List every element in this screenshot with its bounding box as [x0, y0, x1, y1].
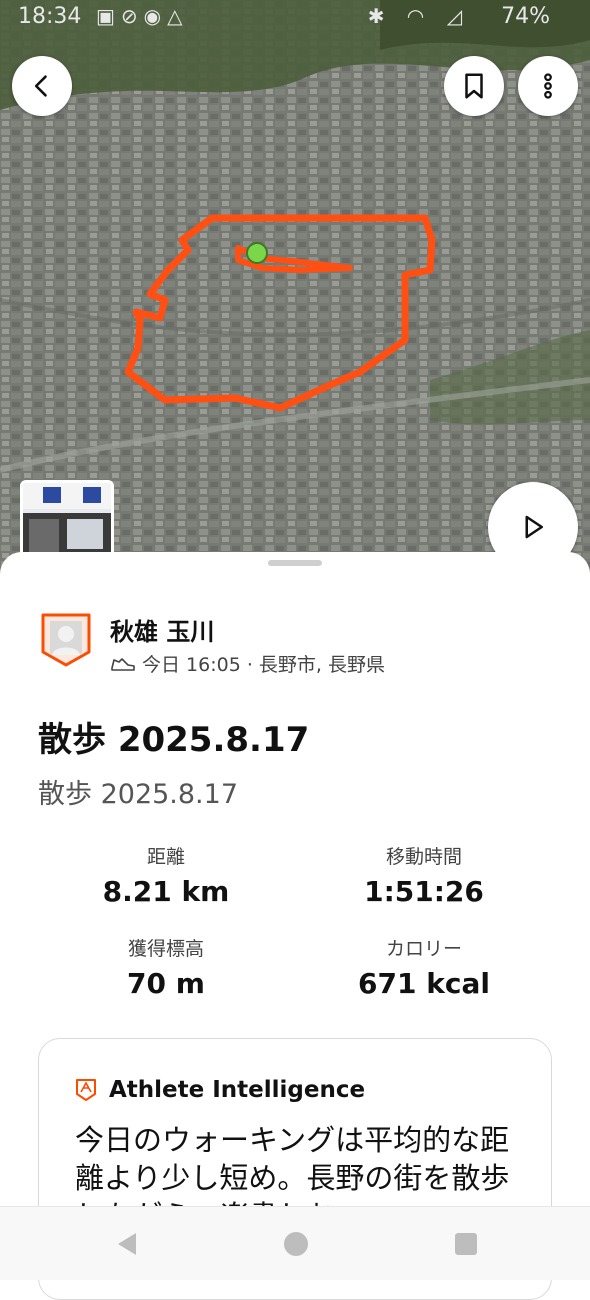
bookmark-icon	[465, 73, 483, 99]
stat-calories-value: 671 kcal	[358, 967, 490, 1000]
stat-distance-value: 8.21 km	[102, 875, 230, 908]
start-marker	[246, 242, 268, 264]
stat-elevation: 獲得標高 70 m	[46, 934, 286, 1000]
more-options-button[interactable]	[518, 56, 578, 116]
stat-distance-label: 距離	[146, 846, 185, 868]
play-icon	[525, 515, 543, 539]
activity-meta: 今日 16:05 · 長野市, 長野県	[110, 650, 385, 677]
more-vertical-icon	[544, 73, 552, 99]
back-button[interactable]	[12, 56, 72, 116]
stat-moving-time: 移動時間 1:51:26	[304, 842, 544, 908]
status-time: 18:34	[18, 4, 82, 29]
nav-home-icon[interactable]	[281, 1229, 311, 1259]
shoe-icon	[111, 657, 135, 671]
avatar[interactable]	[40, 612, 92, 668]
system-navigation-bar	[0, 1206, 590, 1280]
battery-level: 74%	[501, 4, 550, 29]
activity-description: 散歩 2025.8.17	[38, 779, 238, 810]
nav-back-icon[interactable]	[112, 1229, 142, 1259]
notification-icons: ▣⊘◉△	[96, 4, 189, 28]
activity-date-location: 今日 16:05 · 長野市, 長野県	[142, 654, 385, 676]
stat-elevation-value: 70 m	[127, 967, 205, 1000]
system-icons: ✱ ◠ ◿	[367, 4, 470, 28]
athlete-name[interactable]: 秋雄 玉川	[110, 612, 214, 647]
nav-recents-icon[interactable]	[451, 1229, 481, 1259]
shop-photo	[23, 483, 111, 563]
stat-distance: 距離 8.21 km	[46, 842, 286, 908]
activity-title: 散歩 2025.8.17	[38, 720, 310, 760]
athlete-intelligence-icon	[76, 1079, 96, 1101]
athlete-intelligence-header: Athlete Intelligence	[75, 1077, 365, 1103]
chevron-left-icon	[34, 75, 47, 97]
stat-elevation-label: 獲得標高	[127, 938, 204, 960]
athlete-avatar-icon	[41, 613, 91, 667]
stat-calories-label: カロリー	[385, 938, 462, 960]
athlete-intelligence-title: Athlete Intelligence	[109, 1077, 366, 1103]
bookmark-button[interactable]	[444, 56, 504, 116]
route-map[interactable]: 18:34 ▣⊘◉△ ✱ ◠ ◿ 74%	[0, 0, 590, 600]
activity-details-sheet[interactable]: 秋雄 玉川 今日 16:05 · 長野市, 長野県 散歩 2025.8.17 散…	[0, 552, 590, 1300]
stat-moving-time-value: 1:51:26	[364, 875, 484, 908]
sheet-drag-handle[interactable]	[268, 560, 322, 566]
stat-calories: カロリー 671 kcal	[304, 934, 544, 1000]
status-bar: 18:34 ▣⊘◉△ ✱ ◠ ◿ 74%	[0, 0, 590, 34]
stat-moving-time-label: 移動時間	[385, 846, 462, 868]
